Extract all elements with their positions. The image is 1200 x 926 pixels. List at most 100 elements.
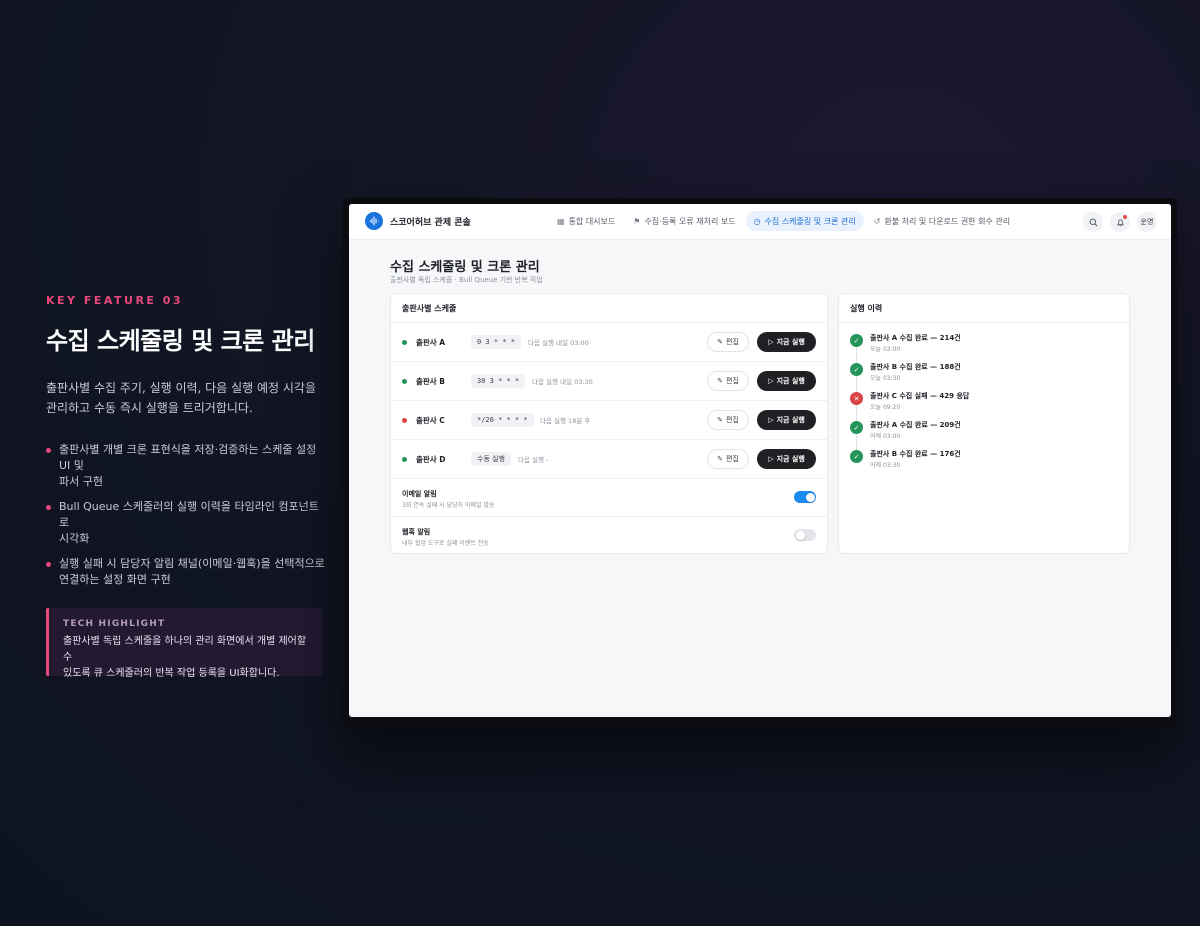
schedule-row: 출판사 D 수동 실행 다음 실행 - ✎ 편집 ▷ 지금 실행 [391,440,827,479]
timeline-item-time: 오늘 03:30 [870,375,901,382]
feature-description-line: 관리하고 수동 즉시 실행을 트리거합니다. [46,401,253,415]
schedule-row: 출판사 C */20 * * * * 다음 실행 18분 후 ✎ 편집 ▷ 지금 실… [391,401,827,440]
edit-button-label: 편집 [725,338,739,346]
status-dot [402,379,407,384]
brand-name: 스코어허브 관제 콘솔 [390,217,471,228]
tech-highlight-body: 출판사별 독립 스케줄을 하나의 관리 화면에서 개별 제어할 수 있도록 큐 … [63,634,308,682]
run-now-button[interactable]: ▷ 지금 실행 [757,449,816,469]
run-now-button[interactable]: ▷ 지금 실행 [757,410,816,430]
waveform-logo-icon [365,212,383,230]
timeline-item-title: 출판사 B 수집 완료 — 188건 [870,363,961,371]
user-avatar[interactable]: 운영 [1137,212,1157,232]
bullet-line: 출판사별 개별 크론 표현식을 저장·검증하는 스케줄 설정 UI 및 [59,443,317,472]
nav-item-label: 수집·등록 오류 재처리 보드 [644,216,736,226]
run-now-button-label: 지금 실행 [776,377,805,385]
bullet-dot [46,448,51,453]
check-icon: ✓ [850,421,863,434]
play-icon: ▷ [768,377,774,385]
brand[interactable]: 스코어허브 관제 콘솔 [365,212,471,230]
next-run: 다음 실행 내일 03:00 [528,339,589,347]
timeline-item-title: 출판사 A 수집 완료 — 209건 [870,421,961,429]
publisher-name: 출판사 B [416,377,446,386]
feature-bullets: 출판사별 개별 크론 표현식을 저장·검증하는 스케줄 설정 UI 및 파서 구… [46,442,326,588]
status-dot [402,418,407,423]
app-screen: 스코어허브 관제 콘솔 ▦ 통합 대시보드 ⚑ 수집·등록 오류 재처리 보드 … [349,204,1171,717]
edit-button-label: 편집 [725,377,739,385]
feature-bullet: 실행 실패 시 담당자 알림 채널(이메일·웹훅)을 선택적으로 연결하는 설정… [46,556,326,588]
publisher-name: 출판사 C [416,416,445,425]
page-subtitle: 출판사별 독립 스케줄 · Bull Queue 기반 반복 작업 [390,276,543,284]
edit-button[interactable]: ✎ 편집 [707,371,749,391]
notification-badge [1123,215,1127,219]
schedule-card-title: 출판사별 스케줄 [391,294,827,323]
cron-expression: 0 3 * * * [471,335,521,349]
timeline-item-time: 어제 03:30 [870,462,901,469]
bell-icon[interactable] [1110,212,1130,232]
toggle-knob [805,492,815,502]
undo-icon: ↺ [873,216,881,226]
timeline-item: ✓ 출판사 B 수집 완료 — 188건 오늘 03:30 [850,362,1129,391]
clock-icon: ◷ [753,216,761,226]
alert-subtitle: 3회 연속 실패 시 담당자 이메일 발송 [402,502,495,509]
timeline-item-title: 출판사 B 수집 완료 — 176건 [870,450,961,458]
tech-highlight-box: TECH HIGHLIGHT 출판사별 독립 스케줄을 하나의 관리 화면에서 … [46,608,322,679]
bullet-line: Bull Queue 스케줄러의 실행 이력을 타임라인 컴포넌트로 [59,500,319,529]
bullet-dot [46,505,51,510]
email-alert-toggle[interactable] [794,491,816,503]
run-now-button[interactable]: ▷ 지금 실행 [757,332,816,352]
next-run: 다음 실행 - [518,456,549,464]
feature-bullet: 출판사별 개별 크론 표현식을 저장·검증하는 스케줄 설정 UI 및 파서 구… [46,442,326,490]
run-now-button-label: 지금 실행 [776,338,805,346]
nav-item-label: 환불 처리 및 다운로드 권한 회수 관리 [884,216,1011,226]
nav-item-dashboard[interactable]: ▦ 통합 대시보드 [549,211,623,231]
page-title: 수집 스케줄링 및 크론 관리 [390,260,540,275]
schedule-row: 출판사 A 0 3 * * * 다음 실행 내일 03:00 ✎ 편집 ▷ 지금 실… [391,323,827,362]
history-card-title: 실행 이력 [839,294,1129,323]
check-icon: ✓ [850,334,863,347]
edit-button[interactable]: ✎ 편집 [707,332,749,352]
next-run: 다음 실행 18분 후 [540,417,591,425]
feature-bullet: Bull Queue 스케줄러의 실행 이력을 타임라인 컴포넌트로 시각화 [46,499,326,547]
nav-item-refund[interactable]: ↺ 환불 처리 및 다운로드 권한 회수 관리 [866,211,1018,231]
status-dot [402,340,407,345]
check-icon: ✓ [850,450,863,463]
feature-title: 수집 스케줄링 및 크론 관리 [46,327,315,355]
bullet-line: 실행 실패 시 담당자 알림 채널(이메일·웹훅)을 선택적으로 [59,557,325,570]
timeline-item: ✓ 출판사 A 수집 완료 — 209건 어제 03:00 [850,420,1129,449]
edit-button[interactable]: ✎ 편집 [707,410,749,430]
top-actions: 운영 [1076,212,1157,232]
grid-icon: ▦ [557,216,565,226]
play-icon: ▷ [768,338,774,346]
alert-title: 웹훅 알림 [402,528,431,536]
tech-highlight-line: 출판사별 독립 스케줄을 하나의 관리 화면에서 개별 제어할 수 [63,636,307,663]
edit-button[interactable]: ✎ 편집 [707,449,749,469]
run-now-button[interactable]: ▷ 지금 실행 [757,371,816,391]
timeline-item: ✓ 출판사 B 수집 완료 — 176건 어제 03:30 [850,449,1129,478]
timeline-item-title: 출판사 C 수집 실패 — 429 응답 [870,392,970,400]
nav-item-scheduling[interactable]: ◷ 수집 스케줄링 및 크론 관리 [745,211,864,231]
play-icon: ▷ [768,455,774,463]
pencil-icon: ✎ [717,455,723,463]
play-icon: ▷ [768,416,774,424]
next-run: 다음 실행 내일 03:30 [532,378,593,386]
timeline-item: ✕ 출판사 C 수집 실패 — 429 응답 오늘 09:20 [850,391,1129,420]
feature-eyebrow: KEY FEATURE 03 [46,294,184,307]
edit-button-label: 편집 [725,455,739,463]
publisher-name: 출판사 A [416,338,446,347]
search-icon[interactable] [1083,212,1103,232]
nav-item-label: 통합 대시보드 [568,216,616,226]
nav-item-label: 수집 스케줄링 및 크론 관리 [764,216,856,226]
edit-button-label: 편집 [725,416,739,424]
pencil-icon: ✎ [717,416,723,424]
tech-highlight-title: TECH HIGHLIGHT [63,619,166,629]
history-card: 실행 이력 ✓ 출판사 A 수집 완료 — 214건 오늘 03:00 ✓ 출판… [838,293,1130,554]
bullet-line: 연결하는 설정 화면 구현 [59,573,171,586]
timeline-item-time: 어제 03:00 [870,433,901,440]
timeline-item-time: 오늘 09:20 [870,404,901,411]
cron-expression: 수동 실행 [471,452,511,466]
run-now-button-label: 지금 실행 [776,416,805,424]
bullet-line: 파서 구현 [59,475,103,488]
nav-item-error-board[interactable]: ⚑ 수집·등록 오류 재처리 보드 [625,211,743,231]
webhook-alert-toggle[interactable] [794,529,816,541]
webhook-alert-setting: 웹훅 알림 내부 협업 도구로 실패 이벤트 전송 [391,517,827,555]
